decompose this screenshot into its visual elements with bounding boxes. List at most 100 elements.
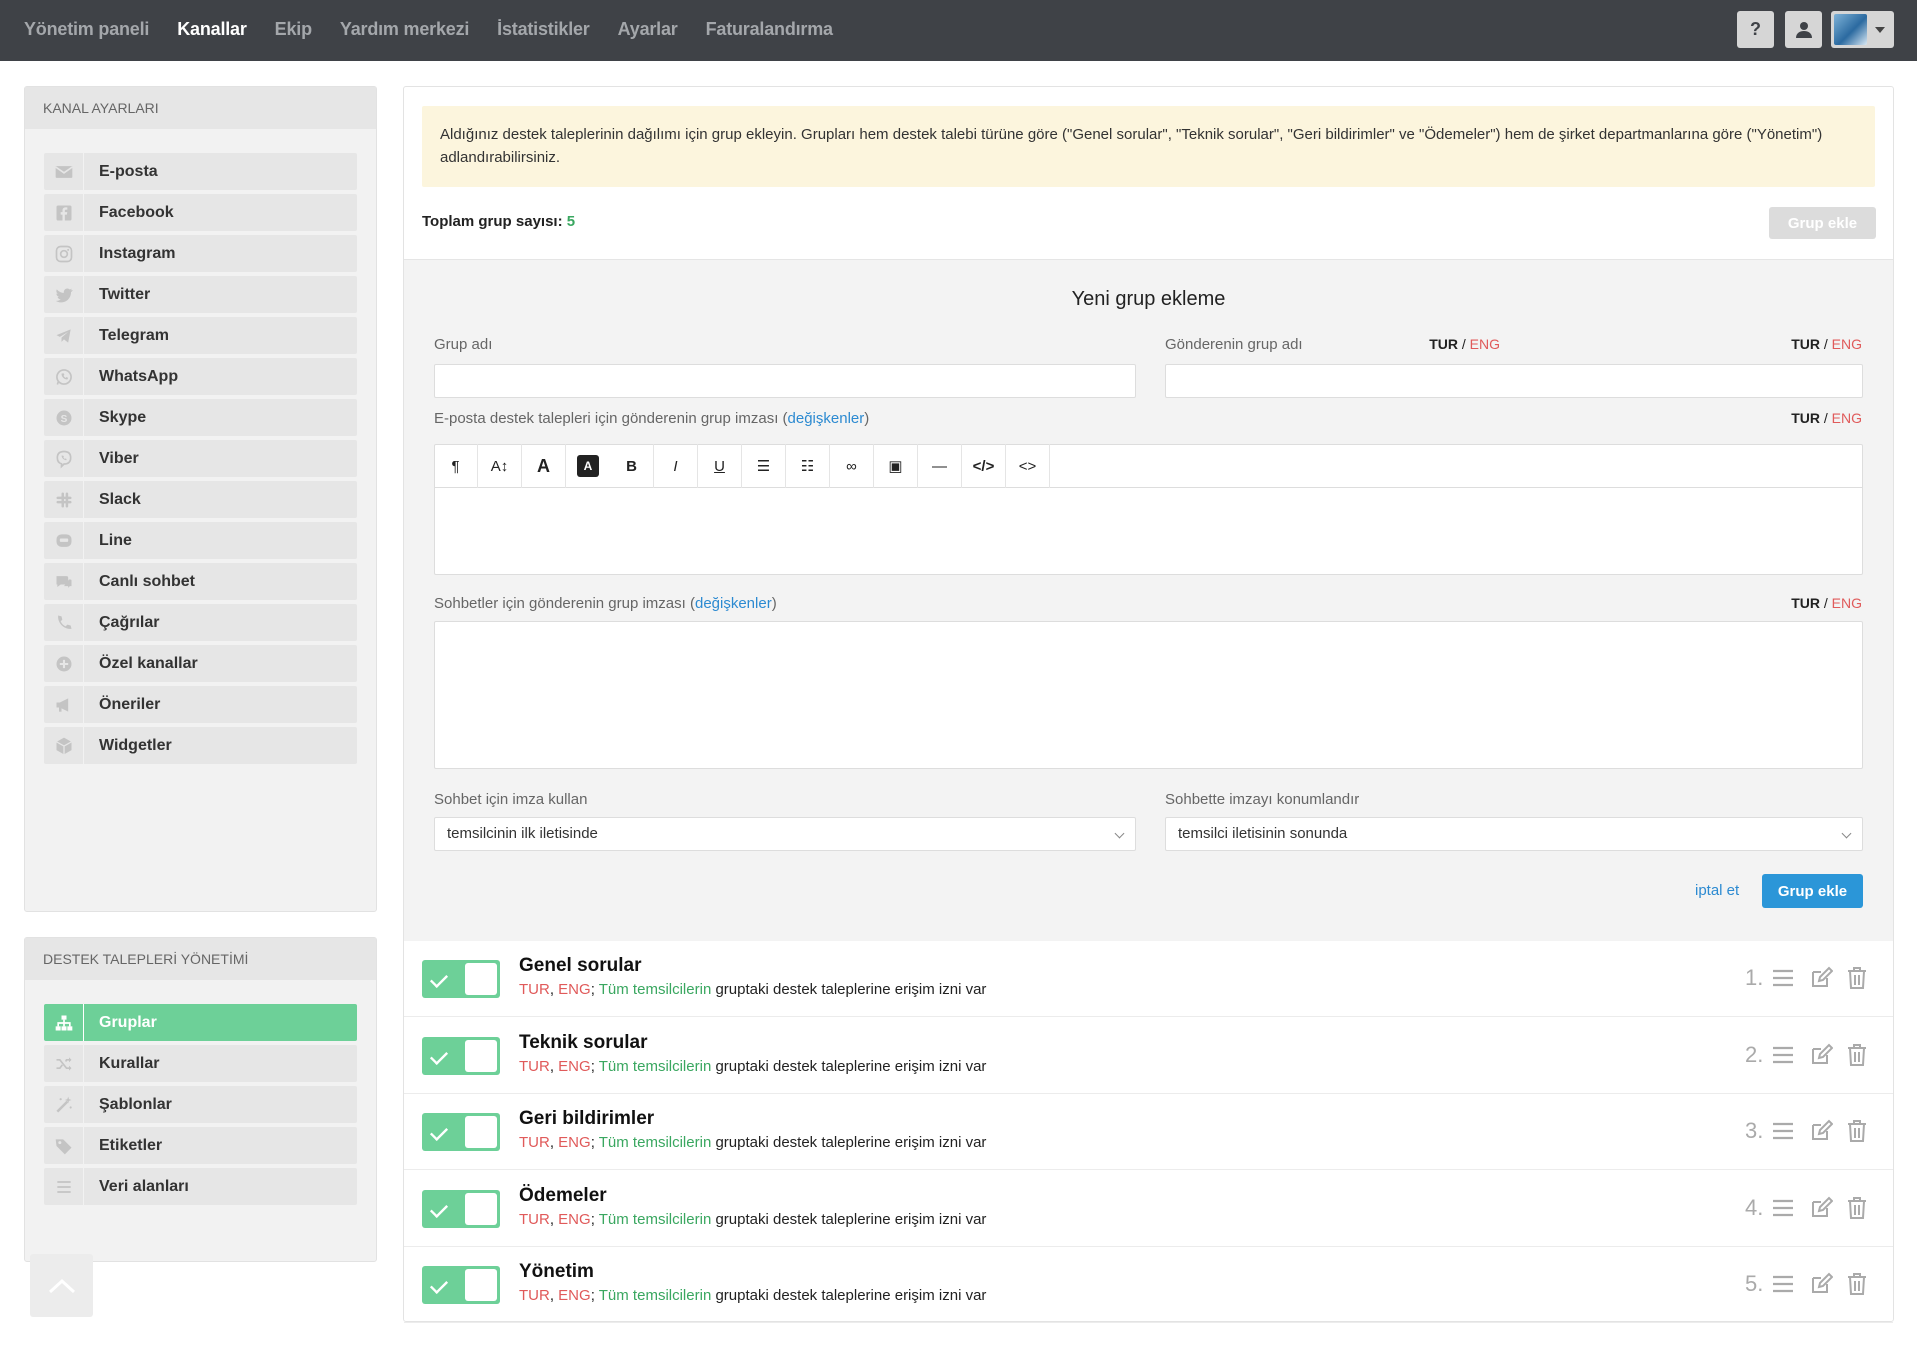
chat-icon [44,563,84,600]
sidebar-item-label: Telegram [99,327,169,344]
group-enabled-toggle[interactable] [422,1266,500,1304]
sidebar-item-skype[interactable]: S Skype [44,399,357,436]
edit-icon[interactable] [1808,965,1834,991]
sidebar-item-veri-alanları[interactable]: Veri alanları [44,1168,357,1205]
edit-icon[interactable] [1808,1195,1834,1221]
group-enabled-toggle[interactable] [422,1189,500,1228]
sidebar-item-label: WhatsApp [99,368,179,385]
desc-comma: , [549,1210,559,1228]
sidebar-item-widgetler[interactable]: Widgetler [44,727,357,764]
group-order-number: 1. [1745,965,1764,990]
lang-tur[interactable]: TUR [1791,336,1820,352]
variables-link[interactable]: değişkenler [788,410,865,427]
agents-access: Tüm temsilcilerin [598,1134,712,1151]
sender-group-name-input[interactable] [1165,364,1863,398]
nav-statistics[interactable]: İstatistikler [497,19,590,40]
twitter-icon [44,276,84,313]
group-enabled-toggle[interactable] [422,960,500,998]
sidebar-item-slack[interactable]: Slack [44,481,357,518]
sidebar-item-instagram[interactable]: Instagram [44,235,357,272]
ordered-list-icon[interactable]: ☷ [786,444,830,488]
italic-icon[interactable]: I [654,444,698,488]
trash-icon[interactable] [1844,1118,1870,1144]
variables-link[interactable]: değişkenler [695,595,772,612]
drag-handle-icon[interactable] [1770,965,1796,991]
edit-icon[interactable] [1808,1271,1834,1297]
bullet-list-icon[interactable]: ☰ [742,444,786,488]
lang-tur[interactable]: TUR [1791,410,1820,426]
sender-group-name-lang-switch[interactable]: TUR / ENG [1282,336,1862,352]
drag-handle-icon[interactable] [1770,1271,1796,1297]
sidebar-item-öneriler[interactable]: Öneriler [44,686,357,723]
sidebar-item-facebook[interactable]: Facebook [44,194,357,231]
trash-icon[interactable] [1844,1195,1870,1221]
sidebar-item-özel-kanallar[interactable]: Özel kanallar [44,645,357,682]
drag-handle-icon[interactable] [1770,1195,1796,1221]
position-signature-select[interactable]: temsilci iletisinin sonunda [1165,817,1863,851]
sidebar-item-şablonlar[interactable]: Şablonlar [44,1086,357,1123]
toggle-knob [465,1192,497,1225]
cancel-link[interactable]: iptal et [1695,882,1739,899]
account-menu[interactable] [1831,11,1894,48]
group-enabled-toggle[interactable] [422,1036,500,1075]
code-view-icon[interactable]: </> [962,444,1006,488]
sidebar-item-whatsapp[interactable]: WhatsApp [44,358,357,395]
trash-icon[interactable] [1844,1042,1870,1068]
sidebar-item-kurallar[interactable]: Kurallar [44,1045,357,1082]
sidebar-item-telegram[interactable]: Telegram [44,317,357,354]
nav-channels[interactable]: Kanallar [177,19,247,40]
add-group-button-disabled[interactable]: Grup ekle [1769,207,1876,239]
sidebar-item-viber[interactable]: Viber [44,440,357,477]
add-group-submit-button[interactable]: Grup ekle [1762,874,1863,908]
profile-button[interactable] [1785,11,1822,48]
nav-dashboard[interactable]: Yönetim paneli [24,19,149,40]
sidebar-item-canlı-sohbet[interactable]: Canlı sohbet [44,563,357,600]
sidebar-item-line[interactable]: Line [44,522,357,559]
nav-settings[interactable]: Ayarlar [618,19,678,40]
sidebar-item-gruplar[interactable]: Gruplar [44,1004,357,1041]
lang-eng[interactable]: ENG [1832,336,1862,352]
lang-eng: ENG [558,1134,591,1151]
group-order-number: 4. [1745,1194,1764,1220]
drag-handle-icon[interactable] [1770,1042,1796,1068]
lang-tur[interactable]: TUR [1791,595,1820,611]
trash-icon[interactable] [1844,965,1870,991]
chat-signature-lang-switch[interactable]: TUR / ENG [1282,595,1862,611]
chat-signature-textarea[interactable] [434,621,1863,769]
use-signature-select[interactable]: temsilcinin ilk iletisinde [434,817,1136,851]
sidebar-item-label: Viber [99,450,139,467]
edit-icon[interactable] [1808,1042,1834,1068]
sidebar-item-e-posta[interactable]: E-posta [44,153,357,190]
edit-icon[interactable] [1808,1118,1834,1144]
nav-help-center[interactable]: Yardım merkezi [340,19,469,40]
code-icon[interactable]: <> [1006,444,1050,488]
sidebar-item-twitter[interactable]: Twitter [44,276,357,313]
paragraph-icon[interactable]: ¶ [434,444,478,488]
underline-icon[interactable]: U [698,444,742,488]
drag-handle-icon[interactable] [1770,1118,1796,1144]
group-enabled-toggle[interactable] [422,1113,500,1151]
lang-eng: ENG [558,1057,591,1075]
bold-icon[interactable]: B [610,444,654,488]
lang-tur: TUR [519,1057,550,1075]
link-icon[interactable]: ∞ [830,444,874,488]
group-name: Teknik sorular [519,1031,648,1053]
nav-team[interactable]: Ekip [275,19,312,40]
lang-tur: TUR [519,981,550,998]
group-name-input[interactable] [434,364,1136,398]
highlight-icon[interactable]: A [577,455,599,477]
lang-eng[interactable]: ENG [1832,410,1862,426]
font-size-icon[interactable]: A↕ [478,444,522,488]
sidebar-item-çağrılar[interactable]: Çağrılar [44,604,357,641]
lang-eng[interactable]: ENG [1832,595,1862,611]
scroll-to-top-button[interactable] [30,1254,93,1317]
email-signature-lang-switch[interactable]: TUR / ENG [1282,410,1862,426]
image-icon[interactable]: ▣ [874,444,918,488]
horizontal-rule-icon[interactable]: — [918,444,962,488]
nav-billing[interactable]: Faturalandırma [706,19,833,40]
help-button[interactable]: ? [1737,11,1774,48]
viber-icon [44,440,84,477]
font-color-icon[interactable]: A [522,444,566,488]
trash-icon[interactable] [1844,1271,1870,1297]
sidebar-item-etiketler[interactable]: Etiketler [44,1127,357,1164]
